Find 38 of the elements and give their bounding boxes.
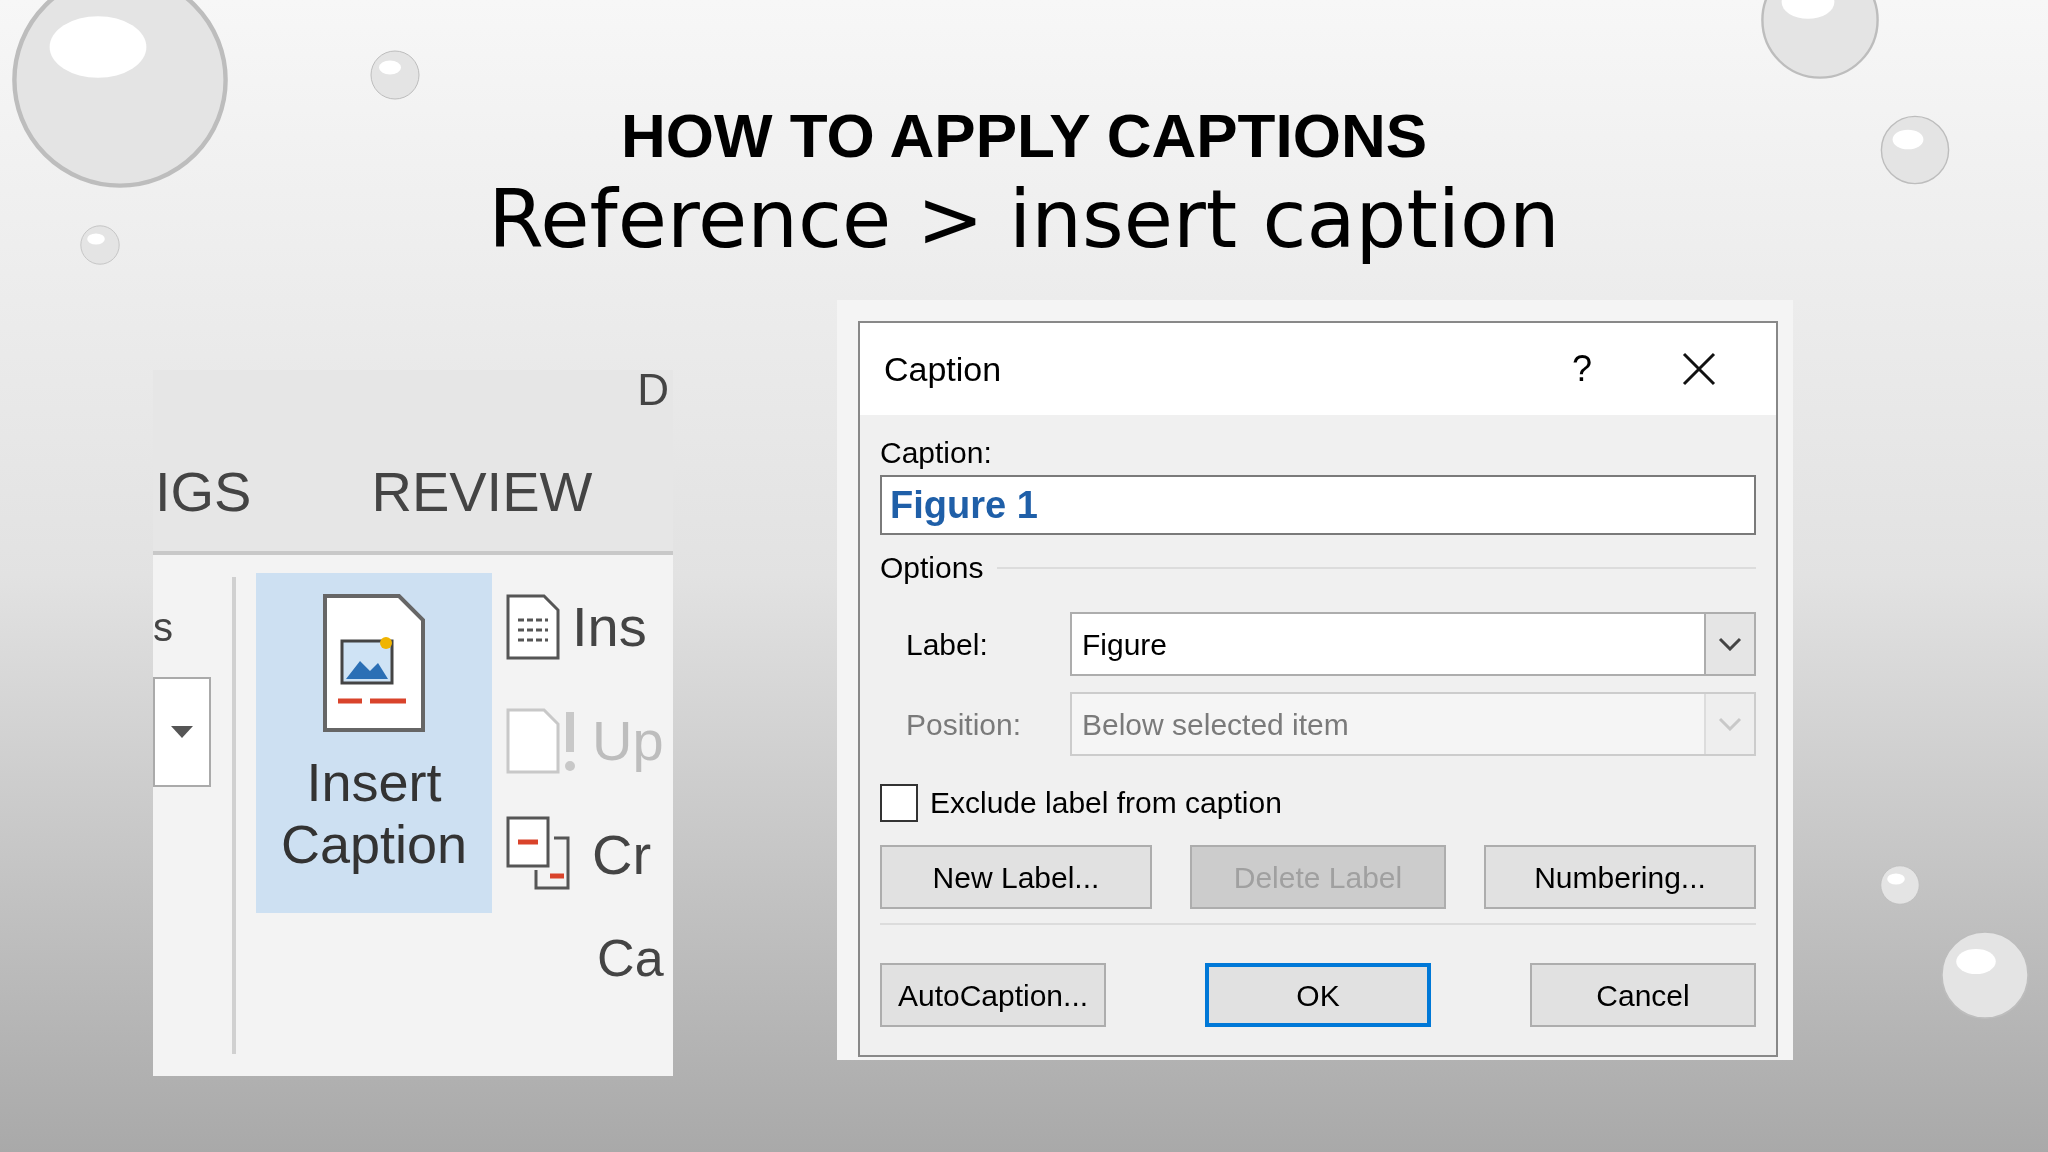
checkbox[interactable] xyxy=(880,783,918,822)
chevron-down-icon xyxy=(1718,717,1742,731)
close-icon[interactable] xyxy=(1682,352,1716,386)
droplet-icon xyxy=(1880,115,1950,185)
slide-subtitle: Reference > insert caption xyxy=(488,172,1560,268)
caret-icon xyxy=(171,726,193,738)
dialog-button[interactable]: Numbering... xyxy=(1484,845,1756,909)
droplet-icon xyxy=(10,0,230,190)
dialog-button[interactable]: AutoCaption... xyxy=(880,963,1106,1027)
chevron-down-icon xyxy=(1718,637,1742,651)
document-icon xyxy=(506,594,560,660)
options-heading: Options xyxy=(880,550,984,586)
droplet-icon xyxy=(80,225,120,265)
dropdown-arrow-button[interactable] xyxy=(153,677,211,787)
ribbon-tab[interactable]: D xyxy=(637,370,669,410)
ribbon-tab[interactable]: REVIEW xyxy=(371,462,593,522)
field-label: Label: xyxy=(905,626,989,663)
dropdown-field[interactable]: Figure xyxy=(1070,612,1756,676)
droplet-icon xyxy=(1880,865,1920,905)
droplet-icon xyxy=(1940,930,2030,1020)
ribbon-command[interactable]: Cr xyxy=(592,813,652,897)
ribbon-command[interactable]: Ins xyxy=(572,585,647,669)
field-label: Position: xyxy=(905,706,1023,743)
insert-caption-button[interactable]: Insert Caption xyxy=(256,573,492,913)
group-label: Ca xyxy=(597,928,664,989)
caption-input[interactable]: Figure 1 xyxy=(880,475,1756,535)
dialog-button[interactable]: Cancel xyxy=(1530,963,1756,1027)
ribbon-label: s xyxy=(153,604,174,651)
dialog-button[interactable]: New Label... xyxy=(880,845,1152,909)
caption-label: Caption: xyxy=(880,435,993,471)
help-button[interactable]: ? xyxy=(1552,342,1612,396)
dialog-title: Caption xyxy=(884,348,1003,390)
ribbon-tab[interactable]: IGS xyxy=(155,462,252,522)
droplet-icon xyxy=(370,50,420,100)
checkbox-label: Exclude label from caption xyxy=(930,785,1282,821)
slide-title: HOW TO APPLY CAPTIONS xyxy=(620,100,1428,172)
document-picture-icon xyxy=(322,593,426,733)
dialog-button[interactable]: OK xyxy=(1205,963,1431,1027)
